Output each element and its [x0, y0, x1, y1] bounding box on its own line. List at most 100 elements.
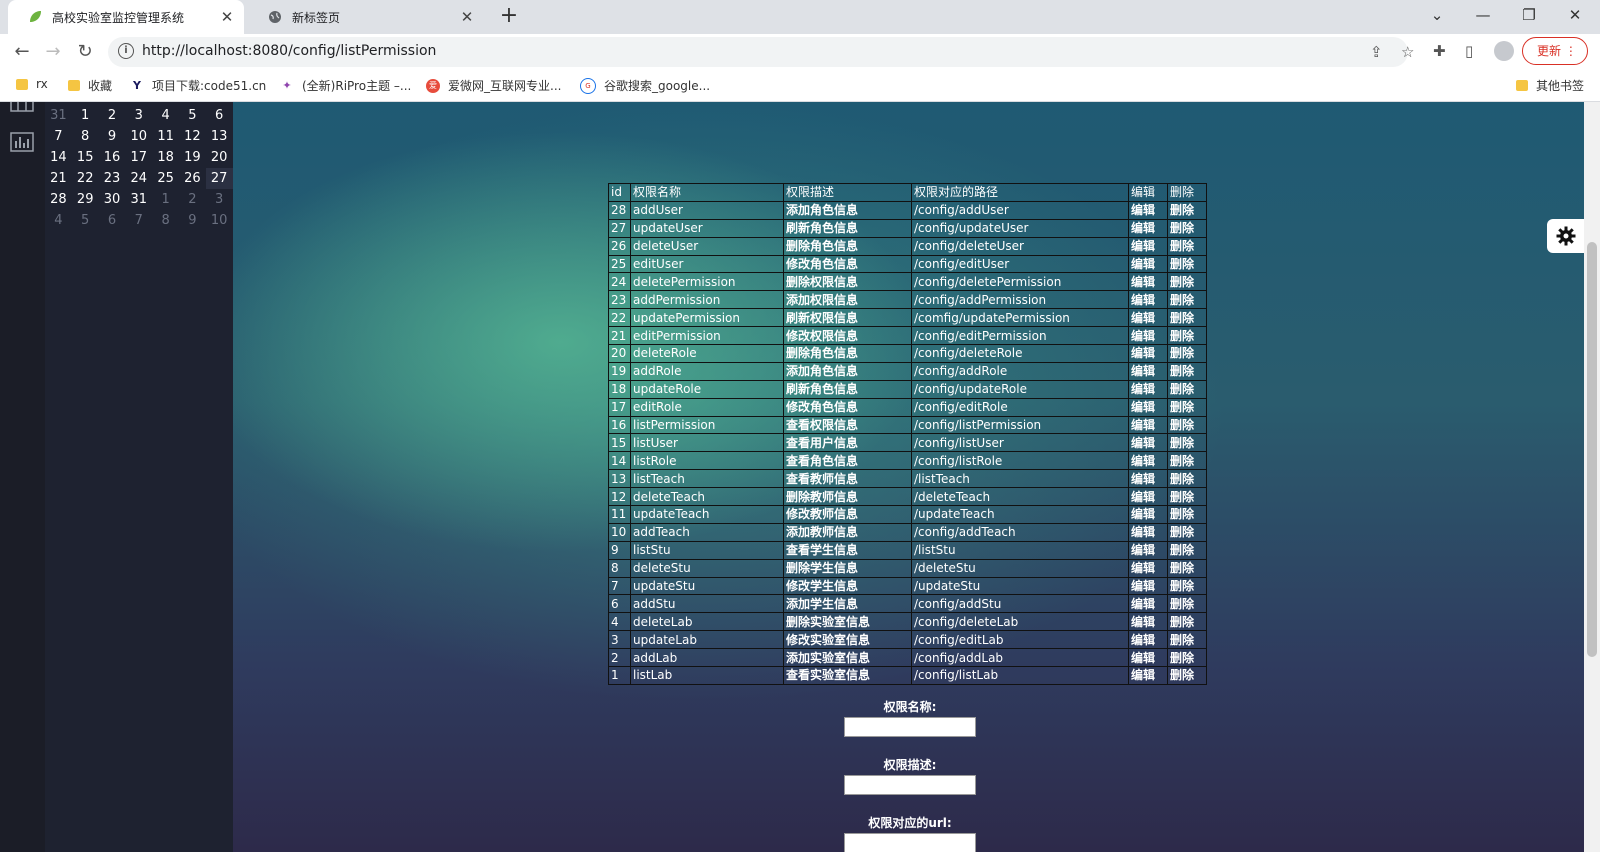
bookmark-google[interactable]: G 谷歌搜索_google... [580, 77, 710, 94]
settings-gear-button[interactable] [1547, 219, 1585, 253]
permission-url-input[interactable] [844, 833, 976, 852]
scrollbar-thumb[interactable] [1587, 242, 1597, 657]
calendar-day[interactable]: 21 [45, 168, 72, 189]
delete-link[interactable]: 删除 [1167, 415, 1207, 435]
edit-link[interactable]: 编辑 [1128, 326, 1168, 346]
edit-link[interactable]: 编辑 [1128, 522, 1168, 542]
delete-link[interactable]: 删除 [1167, 397, 1207, 417]
page-scrollbar[interactable] [1584, 102, 1600, 852]
calendar-day[interactable]: 30 [99, 189, 126, 210]
bookmark-aiwei[interactable]: 爱爱微网_互联网专业... [426, 77, 561, 94]
delete-link[interactable]: 删除 [1167, 630, 1207, 650]
close-tab-icon[interactable]: ✕ [458, 8, 476, 26]
bookmark-rx[interactable]: rx [16, 77, 48, 91]
calendar-day[interactable]: 2 [99, 105, 126, 126]
side-panel-icon[interactable]: ▯ [1465, 42, 1473, 60]
calendar-day[interactable]: 5 [72, 210, 99, 231]
calendar-day[interactable]: 17 [125, 147, 152, 168]
calendar-day[interactable]: 10 [206, 210, 233, 231]
calendar-day[interactable]: 23 [99, 168, 126, 189]
grid-icon[interactable] [10, 102, 34, 118]
calendar-day[interactable]: 18 [152, 147, 179, 168]
other-bookmarks[interactable]: 其他书签 [1516, 77, 1584, 94]
calendar-day[interactable]: 1 [72, 105, 99, 126]
address-bar[interactable]: i http://localhost:8080/config/listPermi… [108, 37, 1414, 67]
edit-link[interactable]: 编辑 [1128, 344, 1168, 363]
edit-link[interactable]: 编辑 [1128, 290, 1168, 310]
bar-chart-icon[interactable] [10, 132, 34, 152]
edit-link[interactable]: 编辑 [1128, 254, 1168, 274]
minimize-button[interactable]: — [1460, 0, 1506, 30]
bookmark-ripro[interactable]: ✦ (全新)RiPro主题 –... [280, 77, 411, 94]
delete-link[interactable]: 删除 [1167, 218, 1207, 238]
delete-link[interactable]: 删除 [1167, 379, 1207, 399]
calendar-day[interactable]: 22 [72, 168, 99, 189]
edit-link[interactable]: 编辑 [1128, 379, 1168, 399]
back-button[interactable]: ← [10, 41, 34, 63]
calendar-day[interactable]: 15 [72, 147, 99, 168]
calendar-day[interactable]: 29 [72, 189, 99, 210]
calendar-day[interactable]: 10 [125, 126, 152, 147]
edit-link[interactable]: 编辑 [1128, 558, 1168, 578]
delete-link[interactable]: 删除 [1167, 594, 1207, 614]
edit-link[interactable]: 编辑 [1128, 397, 1168, 417]
calendar-day[interactable]: 1 [152, 189, 179, 210]
edit-link[interactable]: 编辑 [1128, 236, 1168, 256]
calendar-day[interactable]: 14 [45, 147, 72, 168]
calendar-day-today[interactable]: 27 [205, 168, 233, 189]
forward-button[interactable]: → [41, 41, 65, 63]
calendar-day[interactable]: 26 [179, 168, 206, 189]
edit-link[interactable]: 编辑 [1128, 361, 1168, 381]
edit-link[interactable]: 编辑 [1128, 505, 1168, 524]
extensions-icon[interactable]: ✚ [1433, 42, 1446, 60]
new-tab-button[interactable]: + [497, 5, 521, 29]
calendar-day[interactable]: 12 [179, 126, 206, 147]
delete-link[interactable]: 删除 [1167, 487, 1207, 507]
calendar-day[interactable]: 3 [125, 105, 152, 126]
edit-link[interactable]: 编辑 [1128, 487, 1168, 507]
edit-link[interactable]: 编辑 [1128, 469, 1168, 489]
close-tab-icon[interactable]: ✕ [218, 8, 236, 26]
delete-link[interactable]: 删除 [1167, 200, 1207, 220]
delete-link[interactable]: 删除 [1167, 236, 1207, 256]
calendar-day[interactable]: 9 [99, 126, 126, 147]
delete-link[interactable]: 删除 [1167, 540, 1207, 560]
calendar-day[interactable]: 3 [206, 189, 233, 210]
calendar-day[interactable]: 28 [45, 189, 72, 210]
delete-link[interactable]: 删除 [1167, 558, 1207, 578]
delete-link[interactable]: 删除 [1167, 451, 1207, 471]
profile-avatar-icon[interactable] [1494, 41, 1514, 61]
calendar-day[interactable]: 31 [125, 189, 152, 210]
edit-link[interactable]: 编辑 [1128, 415, 1168, 435]
edit-link[interactable]: 编辑 [1128, 200, 1168, 220]
share-icon[interactable]: ⇪ [1370, 43, 1383, 61]
calendar-day[interactable]: 2 [179, 189, 206, 210]
calendar-day[interactable]: 9 [179, 210, 206, 231]
calendar-day[interactable]: 6 [99, 210, 126, 231]
delete-link[interactable]: 删除 [1167, 290, 1207, 310]
calendar-day[interactable]: 8 [152, 210, 179, 231]
calendar-day[interactable]: 31 [45, 105, 72, 126]
edit-link[interactable]: 编辑 [1128, 648, 1168, 668]
calendar-day[interactable]: 7 [45, 126, 72, 147]
edit-link[interactable]: 编辑 [1128, 576, 1168, 596]
tab-search-icon[interactable]: ⌄ [1414, 0, 1460, 30]
calendar-day[interactable]: 6 [206, 105, 233, 126]
calendar-day[interactable]: 8 [72, 126, 99, 147]
delete-link[interactable]: 删除 [1167, 433, 1207, 453]
close-window-button[interactable]: ✕ [1552, 0, 1598, 30]
calendar-day[interactable]: 24 [125, 168, 152, 189]
calendar-day[interactable]: 20 [206, 147, 233, 168]
calendar-day[interactable]: 7 [125, 210, 152, 231]
edit-link[interactable]: 编辑 [1128, 612, 1168, 632]
edit-link[interactable]: 编辑 [1128, 218, 1168, 238]
reload-button[interactable]: ↻ [73, 41, 97, 63]
delete-link[interactable]: 删除 [1167, 666, 1207, 685]
edit-link[interactable]: 编辑 [1128, 433, 1168, 453]
calendar-day[interactable]: 4 [152, 105, 179, 126]
delete-link[interactable]: 删除 [1167, 308, 1207, 328]
bookmark-star-icon[interactable]: ☆ [1401, 43, 1414, 61]
delete-link[interactable]: 删除 [1167, 505, 1207, 524]
edit-link[interactable]: 编辑 [1128, 451, 1168, 471]
delete-link[interactable]: 删除 [1167, 344, 1207, 363]
